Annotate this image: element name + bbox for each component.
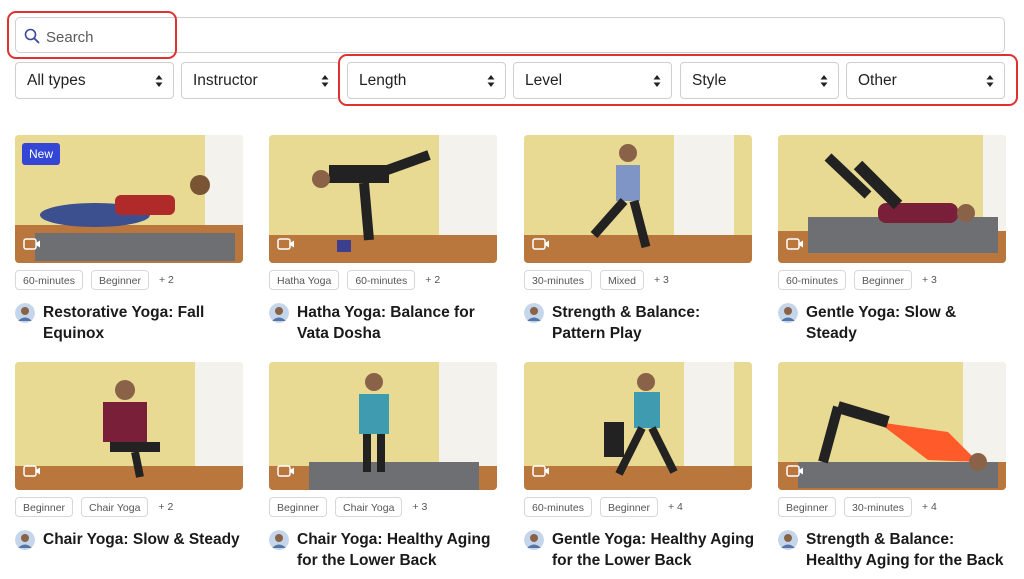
- tag-list: Hatha Yoga 60-minutes + 2: [269, 270, 442, 292]
- video-camera-icon: [277, 465, 294, 477]
- video-card[interactable]: 60-minutes Beginner + 4 Gentle Yoga: Hea…: [524, 362, 754, 572]
- tag[interactable]: 60-minutes: [524, 497, 592, 517]
- tag[interactable]: Chair Yoga: [81, 497, 149, 517]
- card-title[interactable]: Chair Yoga: Healthy Aging for the Lower …: [297, 529, 502, 571]
- card-title[interactable]: Restorative Yoga: Fall Equinox: [43, 302, 248, 344]
- avatar: [15, 530, 35, 550]
- tag-more[interactable]: + 3: [652, 270, 671, 290]
- tag[interactable]: Beginner: [15, 497, 74, 517]
- video-camera-icon: [786, 465, 803, 477]
- tag[interactable]: Chair Yoga: [335, 497, 403, 517]
- video-thumbnail[interactable]: [524, 362, 752, 490]
- card-title[interactable]: Strength & Balance: Healthy Aging for th…: [806, 529, 1011, 571]
- video-camera-icon: [532, 465, 549, 477]
- tag[interactable]: 30-minutes: [844, 497, 912, 517]
- tag-list: 60-minutes Beginner + 2: [15, 270, 176, 292]
- tag-list: Beginner 30-minutes + 4: [778, 497, 939, 519]
- filter-other[interactable]: Other: [846, 62, 1005, 99]
- card-title[interactable]: Strength & Balance: Pattern Play: [552, 302, 757, 344]
- filter-label: Level: [525, 72, 563, 89]
- tag-list: 60-minutes Beginner + 3: [778, 270, 939, 292]
- avatar: [269, 303, 289, 323]
- search-input[interactable]: [44, 26, 648, 48]
- avatar: [778, 530, 798, 550]
- sort-arrows-icon: [487, 75, 495, 87]
- filter-length[interactable]: Length: [347, 62, 506, 99]
- filter-level[interactable]: Level: [513, 62, 672, 99]
- card-title[interactable]: Gentle Yoga: Slow & Steady: [806, 302, 1011, 344]
- tag[interactable]: 30-minutes: [524, 270, 592, 290]
- tag-more[interactable]: + 3: [410, 497, 429, 517]
- video-thumbnail[interactable]: [778, 135, 1006, 263]
- video-card[interactable]: 30-minutes Mixed + 3 Strength & Balance:…: [524, 135, 752, 345]
- video-thumbnail[interactable]: New: [15, 135, 243, 263]
- tag[interactable]: Beginner: [853, 270, 912, 290]
- tag-list: Beginner Chair Yoga + 3: [269, 497, 429, 519]
- search-box[interactable]: [15, 17, 1005, 53]
- filter-label: Other: [858, 72, 897, 89]
- sort-arrows-icon: [653, 75, 661, 87]
- filter-all-types[interactable]: All types: [15, 62, 174, 99]
- video-card[interactable]: Beginner Chair Yoga + 3 Chair Yoga: Heal…: [269, 362, 497, 572]
- tag[interactable]: Beginner: [778, 497, 837, 517]
- avatar: [524, 303, 544, 323]
- video-thumbnail[interactable]: [269, 362, 497, 490]
- avatar: [524, 530, 544, 550]
- avatar: [269, 530, 289, 550]
- tag-more[interactable]: + 2: [156, 497, 175, 517]
- video-thumbnail[interactable]: [15, 362, 243, 490]
- sort-arrows-icon: [155, 75, 163, 87]
- video-card[interactable]: New 60-minutes Beginner + 2 Restorative …: [15, 135, 243, 345]
- video-thumbnail[interactable]: [524, 135, 752, 263]
- video-card[interactable]: Beginner Chair Yoga + 2 Chair Yoga: Slow…: [15, 362, 243, 572]
- card-title[interactable]: Gentle Yoga: Healthy Aging for the Lower…: [552, 529, 757, 571]
- filter-label: Length: [359, 72, 407, 89]
- video-card[interactable]: 60-minutes Beginner + 3 Gentle Yoga: Slo…: [778, 135, 1006, 345]
- tag-list: Beginner Chair Yoga + 2: [15, 497, 175, 519]
- filter-label: Style: [692, 72, 727, 89]
- filter-label: All types: [27, 72, 86, 89]
- new-badge: New: [22, 143, 61, 165]
- tag[interactable]: Hatha Yoga: [269, 270, 340, 290]
- tag-more[interactable]: + 2: [157, 270, 176, 290]
- tag[interactable]: 60-minutes: [15, 270, 83, 290]
- tag-more[interactable]: + 4: [920, 497, 939, 517]
- filter-label: Instructor: [193, 72, 258, 89]
- tag[interactable]: Beginner: [599, 497, 658, 517]
- filter-instructor[interactable]: Instructor: [181, 62, 340, 99]
- tag[interactable]: Beginner: [269, 497, 328, 517]
- filter-style[interactable]: Style: [680, 62, 839, 99]
- card-title[interactable]: Chair Yoga: Slow & Steady: [43, 529, 248, 550]
- sort-arrows-icon: [321, 75, 329, 87]
- tag-more[interactable]: + 4: [666, 497, 685, 517]
- video-camera-icon: [786, 238, 803, 250]
- tag-more[interactable]: + 3: [920, 270, 939, 290]
- video-camera-icon: [23, 238, 40, 250]
- video-card[interactable]: Beginner 30-minutes + 4 Strength & Balan…: [778, 362, 1006, 572]
- video-card[interactable]: Hatha Yoga 60-minutes + 2 Hatha Yoga: Ba…: [269, 135, 497, 345]
- tag-list: 60-minutes Beginner + 4: [524, 497, 685, 519]
- sort-arrows-icon: [820, 75, 828, 87]
- video-camera-icon: [23, 465, 40, 477]
- tag[interactable]: 60-minutes: [778, 270, 846, 290]
- video-thumbnail[interactable]: [269, 135, 497, 263]
- video-camera-icon: [277, 238, 294, 250]
- tag[interactable]: Mixed: [599, 270, 644, 290]
- tag[interactable]: 60-minutes: [347, 270, 416, 290]
- card-title[interactable]: Hatha Yoga: Balance for Vata Dosha: [297, 302, 502, 344]
- tag[interactable]: Beginner: [90, 270, 149, 290]
- sort-arrows-icon: [986, 75, 994, 87]
- avatar: [778, 303, 798, 323]
- video-camera-icon: [532, 238, 549, 250]
- avatar: [15, 303, 35, 323]
- tag-list: 30-minutes Mixed + 3: [524, 270, 671, 292]
- search-icon: [24, 28, 40, 44]
- tag-more[interactable]: + 2: [423, 270, 442, 290]
- video-thumbnail[interactable]: [778, 362, 1006, 490]
